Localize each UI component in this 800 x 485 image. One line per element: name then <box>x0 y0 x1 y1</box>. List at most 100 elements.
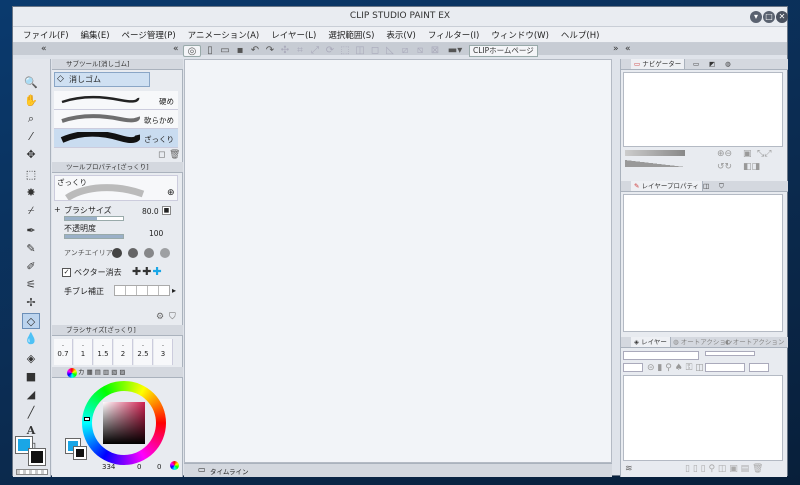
menu-edit[interactable]: 編集(E) <box>81 29 110 41</box>
figure-tool-icon[interactable]: ◢ <box>22 387 40 403</box>
navigator-tab[interactable]: ▭ ナビゲーター <box>631 59 686 69</box>
expand-brush-size-icon[interactable]: + <box>54 205 61 214</box>
zoom-in-icon[interactable]: ⊕⊖ <box>717 149 732 159</box>
auto-action-tab2[interactable]: ◐ オートアクション <box>725 337 784 347</box>
layer-property-tab[interactable]: ✎ レイヤープロパティ <box>631 181 704 191</box>
rotate-slider[interactable] <box>625 160 685 167</box>
menu-page[interactable]: ページ管理(P) <box>122 29 176 41</box>
clip-homepage-button[interactable]: CLIPホームページ <box>469 45 538 57</box>
brush-size-value[interactable]: 80.0 <box>142 207 159 216</box>
menu-selection[interactable]: 選択範囲(S) <box>328 29 374 41</box>
open-file-icon[interactable]: ▭ <box>219 45 231 57</box>
brush-row-soft[interactable]: 軟らかめ <box>54 110 178 129</box>
fill-tool-icon[interactable]: ◈ <box>22 351 40 367</box>
new-file-icon[interactable]: ▯ <box>204 45 216 57</box>
transparent-color-swatch[interactable] <box>16 469 48 475</box>
hue-marker[interactable] <box>84 417 90 421</box>
select-icon[interactable]: ◻ <box>369 45 381 57</box>
invert-icon[interactable]: ◫ <box>354 45 366 57</box>
layer-list[interactable] <box>623 375 783 461</box>
brush-size-tab[interactable]: ブラシサイズ[ざっくり] <box>52 325 183 336</box>
transform-icon[interactable]: ⌗ <box>294 45 306 57</box>
fit-icon[interactable]: ▣ <box>743 149 752 159</box>
clip-studio-icon[interactable]: ◎ <box>183 45 201 57</box>
maximize-button[interactable]: □ <box>763 11 775 23</box>
subtool-group-eraser[interactable]: 消しゴム <box>54 72 150 87</box>
scale-icon[interactable]: ⤢ <box>309 45 321 57</box>
opacity-slider[interactable] <box>64 234 124 239</box>
collapse-left-icon[interactable]: « <box>41 43 47 55</box>
antialias-medium-icon[interactable] <box>144 248 154 258</box>
info-tab-icon[interactable]: ◩ <box>709 59 715 69</box>
selection-tool-icon[interactable]: ⬚ <box>22 167 40 183</box>
eyedropper-tool-icon[interactable]: ⁄ <box>22 129 40 145</box>
blend-tool-icon[interactable]: 💧 <box>22 331 40 347</box>
size-preset[interactable]: · 3 <box>154 339 173 365</box>
layer-tab[interactable]: ◈ レイヤー <box>631 337 671 347</box>
layer-footer-icons[interactable]: ▯ ▯ ▯ ⚲ ◫ ▣ ▤ 🗑 <box>685 464 763 474</box>
menu-animation[interactable]: アニメーション(A) <box>188 29 260 41</box>
tool-reset-icon[interactable]: ⛉ <box>169 312 176 322</box>
layer-tools-icon[interactable]: ⊝ ▮ ⚲ ♠ ⚿ ◫ <box>647 363 704 373</box>
stabilization-slider[interactable] <box>114 285 170 296</box>
auto-action-tab[interactable]: ◍ オートアクション <box>673 337 732 347</box>
deselect-icon[interactable]: ⬚ <box>339 45 351 57</box>
layer-opacity-slider[interactable] <box>705 351 755 356</box>
fullscreen-icon[interactable]: ⤡⤢ <box>757 149 771 159</box>
antialias-none-icon[interactable] <box>112 248 122 258</box>
display-dropdown-icon[interactable]: ▬▾ <box>444 45 466 57</box>
antialias-strong-icon[interactable] <box>160 248 170 258</box>
clear-icon[interactable]: ✣ <box>279 45 291 57</box>
pencil-tool-icon[interactable]: ✎ <box>22 241 40 257</box>
search-layer-tab-icon[interactable]: ◫ <box>703 181 709 191</box>
airbrush-tool-icon[interactable]: ⚟ <box>22 277 40 293</box>
vector-erase-checkbox[interactable]: ✓ <box>62 268 71 277</box>
duplicate-subtool-icon[interactable]: ◻ <box>158 150 165 160</box>
auto-select-tool-icon[interactable]: ✸ <box>22 185 40 201</box>
saturation-value-square[interactable] <box>103 402 145 444</box>
rotate-icon[interactable]: ⟳ <box>324 45 336 57</box>
zoom-slider[interactable] <box>625 150 685 156</box>
menu-filter[interactable]: フィルター(I) <box>428 29 479 41</box>
antialias-weak-icon[interactable] <box>128 248 138 258</box>
canvas-area[interactable] <box>184 59 612 463</box>
layer-menu-icon[interactable]: ≋ <box>625 464 633 474</box>
size-preset[interactable]: · 2 <box>114 339 133 365</box>
size-preset[interactable]: · 1.5 <box>94 339 113 365</box>
brush-tool-icon[interactable]: ✐ <box>22 259 40 275</box>
stabilization-arrow-icon[interactable]: ▸ <box>172 286 176 295</box>
zoom-tool-icon[interactable]: 🔍 <box>22 75 40 91</box>
brush-size-lock-icon[interactable]: ■ <box>162 206 171 215</box>
subview-tab-icon[interactable]: ▭ <box>693 59 699 69</box>
timeline-tab[interactable]: タイムライン <box>210 466 249 476</box>
decoration-tool-icon[interactable]: ✢ <box>22 295 40 311</box>
tool-property-tab[interactable]: ツールプロパティ[ざっくり] <box>52 162 183 173</box>
tool-settings-icon[interactable]: ⚙ <box>156 312 164 322</box>
snap-icon[interactable]: ⧄ <box>399 45 411 57</box>
menu-help[interactable]: ヘルプ(H) <box>561 29 600 41</box>
menu-file[interactable]: ファイル(F) <box>23 29 69 41</box>
rotate-left-icon[interactable]: ↺↻ <box>717 162 732 172</box>
brush-size-slider[interactable] <box>64 216 124 221</box>
operation-tool-icon[interactable]: ⌕ <box>22 111 40 127</box>
animation-tab-icon[interactable]: ⛉ <box>719 181 724 191</box>
layer-sub-select2[interactable] <box>749 363 769 372</box>
navigator-preview[interactable] <box>623 72 783 147</box>
zoom-preview-icon[interactable]: ⊕ <box>167 188 175 198</box>
size-preset[interactable]: · 0.7 <box>54 339 73 365</box>
color-sub-swatch[interactable] <box>73 446 87 460</box>
flip-icon[interactable]: ◧◨ <box>743 162 760 172</box>
subtool-tab[interactable]: サブツール[消しゴム] <box>52 59 183 70</box>
item-bank-tab-icon[interactable]: ◍ <box>725 59 731 69</box>
close-button[interactable]: ✕ <box>776 11 788 23</box>
save-icon[interactable]: ▪ <box>234 45 246 57</box>
snap3-icon[interactable]: ⊠ <box>429 45 441 57</box>
minimize-button[interactable]: ▾ <box>750 11 762 23</box>
sub-color-swatch[interactable] <box>28 448 46 466</box>
blend-mode-select[interactable] <box>623 351 699 360</box>
undo-icon[interactable]: ↶ <box>249 45 261 57</box>
color-mode-icon[interactable] <box>170 461 179 470</box>
vector-erase-mode-icon[interactable]: ✚✚✚ <box>132 265 163 278</box>
menu-view[interactable]: 表示(V) <box>386 29 415 41</box>
ruler-icon[interactable]: ◺ <box>384 45 396 57</box>
